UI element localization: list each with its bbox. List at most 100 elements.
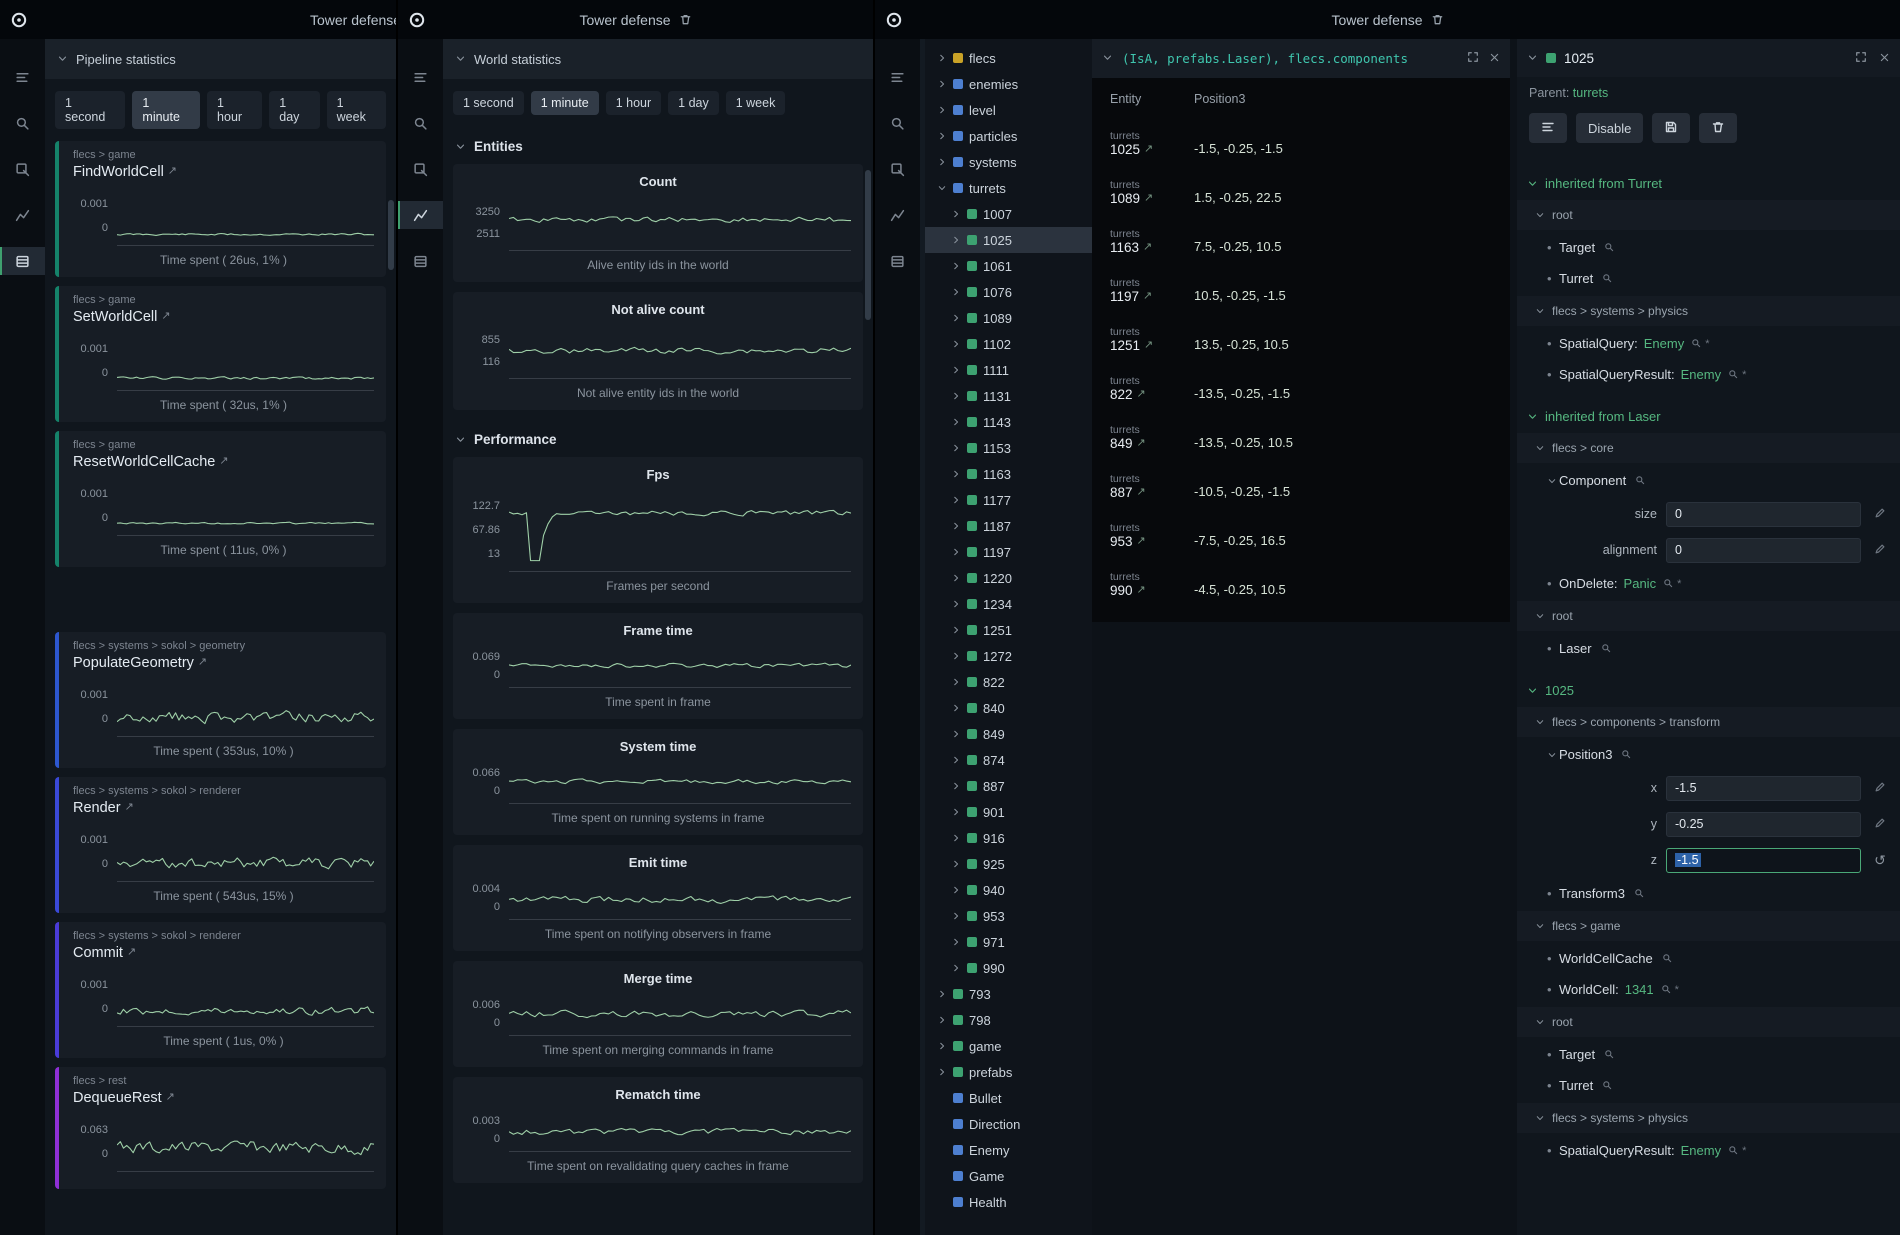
field-input-size[interactable]: 0 bbox=[1666, 502, 1861, 527]
pencil-icon[interactable] bbox=[1874, 507, 1886, 522]
tree-view-button[interactable] bbox=[1529, 113, 1567, 143]
chevron-down-icon[interactable] bbox=[1547, 476, 1559, 486]
component-worldcell[interactable]: •WorldCell:1341* bbox=[1517, 974, 1900, 1005]
search-icon[interactable] bbox=[1691, 338, 1702, 349]
pencil-icon[interactable] bbox=[1874, 781, 1886, 796]
section-header-performance[interactable]: Performance bbox=[443, 420, 873, 457]
delete-button[interactable] bbox=[1699, 113, 1737, 143]
component-component[interactable]: Component bbox=[1517, 465, 1900, 496]
system-link[interactable]: FindWorldCell↗ bbox=[73, 164, 374, 180]
tree-item-enemies[interactable]: enemies bbox=[925, 71, 1092, 97]
search-icon[interactable] bbox=[1604, 1049, 1615, 1060]
tree-item-874[interactable]: 874 bbox=[925, 747, 1092, 773]
inspector-scope-flecs-game[interactable]: flecs > game bbox=[1517, 911, 1900, 941]
tree-item-1220[interactable]: 1220 bbox=[925, 565, 1092, 591]
component-transform3[interactable]: •Transform3 bbox=[1517, 878, 1900, 909]
search-icon[interactable] bbox=[1602, 1080, 1613, 1091]
inspect-icon[interactable] bbox=[875, 155, 920, 183]
chevron-down-icon[interactable] bbox=[1547, 750, 1559, 760]
inspector-scope-root[interactable]: root bbox=[1517, 1007, 1900, 1037]
tree-item-971[interactable]: 971 bbox=[925, 929, 1092, 955]
scrollbar-thumb[interactable] bbox=[388, 200, 394, 270]
tree-item-bullet[interactable]: Bullet bbox=[925, 1085, 1092, 1111]
field-input-alignment[interactable]: 0 bbox=[1666, 538, 1861, 563]
tree-item-1197[interactable]: 1197 bbox=[925, 539, 1092, 565]
search-icon[interactable] bbox=[1604, 242, 1615, 253]
chart-icon[interactable] bbox=[875, 201, 920, 229]
time-range-button-1-hour[interactable]: 1 hour bbox=[207, 91, 262, 129]
inspector-group-inherited-from-laser[interactable]: inherited from Laser bbox=[1517, 400, 1900, 431]
tree-item-1025[interactable]: 1025 bbox=[925, 227, 1092, 253]
search-icon[interactable] bbox=[1661, 984, 1672, 995]
query-expression[interactable]: (IsA, prefabs.Laser), flecs.components bbox=[1122, 51, 1458, 66]
trash-icon[interactable] bbox=[679, 13, 692, 26]
search-icon[interactable] bbox=[1728, 1145, 1739, 1156]
entity-link[interactable]: 1251↗ bbox=[1110, 338, 1194, 353]
system-link[interactable]: ResetWorldCellCache↗ bbox=[73, 454, 374, 470]
close-icon[interactable] bbox=[1489, 51, 1500, 66]
inspector-scope-flecs-systems-physics[interactable]: flecs > systems > physics bbox=[1517, 1103, 1900, 1133]
tree-item-925[interactable]: 925 bbox=[925, 851, 1092, 877]
component-spatialquery[interactable]: •SpatialQuery:Enemy* bbox=[1517, 328, 1900, 359]
tree-item-systems[interactable]: systems bbox=[925, 149, 1092, 175]
tree-item-1177[interactable]: 1177 bbox=[925, 487, 1092, 513]
component-value-link[interactable]: Enemy bbox=[1644, 336, 1684, 351]
expand-icon[interactable] bbox=[1467, 51, 1479, 66]
entity-link[interactable]: 822↗ bbox=[1110, 387, 1194, 402]
tree-item-game[interactable]: Game bbox=[925, 1163, 1092, 1189]
tree-icon[interactable] bbox=[398, 63, 443, 91]
tree-item-1153[interactable]: 1153 bbox=[925, 435, 1092, 461]
tree-item-direction[interactable]: Direction bbox=[925, 1111, 1092, 1137]
time-range-button-1-hour[interactable]: 1 hour bbox=[606, 91, 661, 115]
component-spatialqueryresult[interactable]: •SpatialQueryResult:Enemy* bbox=[1517, 1135, 1900, 1166]
component-worldcellcache[interactable]: •WorldCellCache bbox=[1517, 943, 1900, 974]
tree-item-flecs[interactable]: flecs bbox=[925, 45, 1092, 71]
component-spatialqueryresult[interactable]: •SpatialQueryResult:Enemy* bbox=[1517, 359, 1900, 390]
system-link[interactable]: Render↗ bbox=[73, 800, 374, 816]
inspector-scope-flecs-components-transform[interactable]: flecs > components > transform bbox=[1517, 707, 1900, 737]
component-value-link[interactable]: Panic bbox=[1624, 576, 1657, 591]
field-input-z[interactable]: -1.5 bbox=[1666, 848, 1861, 873]
tree-item-health[interactable]: Health bbox=[925, 1189, 1092, 1215]
search-icon[interactable] bbox=[875, 109, 920, 137]
entity-link[interactable]: 1025↗ bbox=[1110, 142, 1194, 157]
follow-ref-icon[interactable]: * bbox=[1705, 338, 1709, 350]
chart-icon[interactable] bbox=[0, 201, 45, 229]
component-value-link[interactable]: Enemy bbox=[1681, 1143, 1721, 1158]
tree-item-793[interactable]: 793 bbox=[925, 981, 1092, 1007]
inspect-icon[interactable] bbox=[398, 155, 443, 183]
tree-item-1007[interactable]: 1007 bbox=[925, 201, 1092, 227]
pencil-icon[interactable] bbox=[1874, 817, 1886, 832]
tree-item-840[interactable]: 840 bbox=[925, 695, 1092, 721]
field-input-x[interactable]: -1.5 bbox=[1666, 776, 1861, 801]
time-range-button-1-week[interactable]: 1 week bbox=[327, 91, 386, 129]
component-position3[interactable]: Position3 bbox=[1517, 739, 1900, 770]
field-input-y[interactable]: -0.25 bbox=[1666, 812, 1861, 837]
tree-item-1143[interactable]: 1143 bbox=[925, 409, 1092, 435]
tree-item-level[interactable]: level bbox=[925, 97, 1092, 123]
tree-item-901[interactable]: 901 bbox=[925, 799, 1092, 825]
tree-item-1061[interactable]: 1061 bbox=[925, 253, 1092, 279]
tree-item-798[interactable]: 798 bbox=[925, 1007, 1092, 1033]
chart-icon[interactable] bbox=[398, 201, 443, 229]
tree-item-1251[interactable]: 1251 bbox=[925, 617, 1092, 643]
tree-item-1234[interactable]: 1234 bbox=[925, 591, 1092, 617]
scrollbar-thumb[interactable] bbox=[865, 170, 871, 320]
inspector-group-inherited-from-turret[interactable]: inherited from Turret bbox=[1517, 167, 1900, 198]
entity-link[interactable]: 1197↗ bbox=[1110, 289, 1194, 304]
tree-item-990[interactable]: 990 bbox=[925, 955, 1092, 981]
tree-item-enemy[interactable]: Enemy bbox=[925, 1137, 1092, 1163]
tree-item-887[interactable]: 887 bbox=[925, 773, 1092, 799]
tree-item-prefabs[interactable]: prefabs bbox=[925, 1059, 1092, 1085]
search-icon[interactable] bbox=[1635, 475, 1646, 486]
time-range-button-1-minute[interactable]: 1 minute bbox=[132, 91, 200, 129]
component-laser[interactable]: •Laser bbox=[1517, 633, 1900, 664]
world-panel-header[interactable]: World statistics bbox=[443, 39, 873, 79]
entity-link[interactable]: 887↗ bbox=[1110, 485, 1194, 500]
tree-item-953[interactable]: 953 bbox=[925, 903, 1092, 929]
system-link[interactable]: DequeueRest↗ bbox=[73, 1090, 374, 1106]
tree-item-916[interactable]: 916 bbox=[925, 825, 1092, 851]
tree-item-1187[interactable]: 1187 bbox=[925, 513, 1092, 539]
search-icon[interactable] bbox=[1728, 369, 1739, 380]
undo-icon[interactable]: ↺ bbox=[1874, 852, 1886, 869]
